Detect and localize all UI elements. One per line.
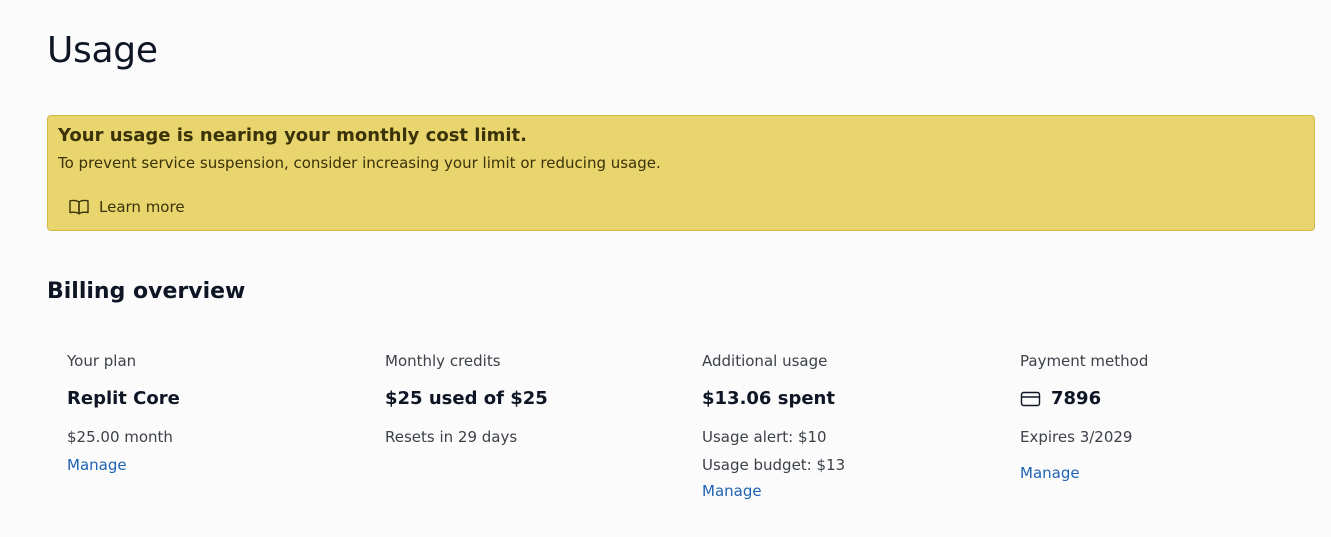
usage-budget-value: Usage budget: $13 — [702, 456, 846, 474]
credits-value: $25 used of $25 — [385, 388, 548, 409]
payment-method-label: Payment method — [1020, 352, 1149, 370]
plan-price: $25.00 month — [67, 428, 173, 446]
alert-title: Your usage is nearing your monthly cost … — [58, 125, 527, 146]
additional-usage-value: $13.06 spent — [702, 388, 835, 409]
payment-manage-link[interactable]: Manage — [1020, 462, 1080, 484]
page-title: Usage — [47, 30, 158, 71]
credits-label: Monthly credits — [385, 352, 501, 370]
payment-card: 7896 — [1020, 387, 1101, 411]
credit-card-icon — [1020, 391, 1042, 407]
billing-overview-title: Billing overview — [47, 279, 246, 304]
plan-name: Replit Core — [67, 388, 180, 409]
usage-limit-alert: Your usage is nearing your monthly cost … — [47, 115, 1315, 231]
alert-body: To prevent service suspension, consider … — [58, 154, 661, 172]
usage-alert-value: Usage alert: $10 — [702, 428, 827, 446]
credits-resets: Resets in 29 days — [385, 428, 518, 446]
book-icon — [68, 198, 90, 216]
learn-more-button[interactable]: Learn more — [58, 194, 195, 220]
learn-more-label: Learn more — [99, 198, 185, 216]
additional-usage-manage-link[interactable]: Manage — [702, 480, 762, 502]
plan-label: Your plan — [67, 352, 137, 370]
additional-usage-label: Additional usage — [702, 352, 828, 370]
plan-manage-link[interactable]: Manage — [67, 454, 127, 476]
card-last4: 7896 — [1051, 388, 1102, 409]
card-expiry: Expires 3/2029 — [1020, 428, 1133, 446]
